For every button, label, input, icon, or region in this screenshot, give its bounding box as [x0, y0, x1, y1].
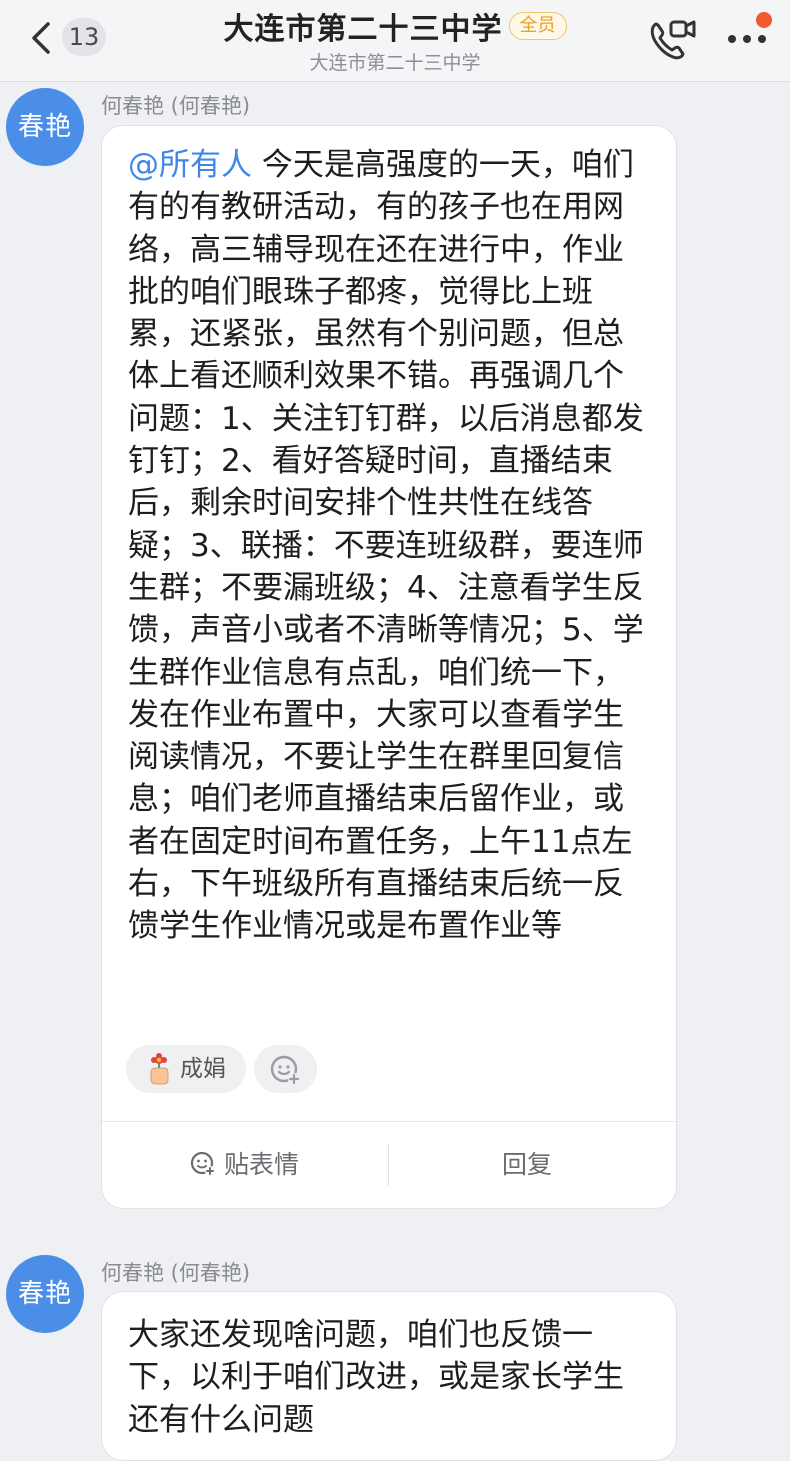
message-bubble[interactable]: 大家还发现啥问题，咱们也反馈一下，以利于咱们改进，或是家长学生还有什么问题	[101, 1291, 677, 1461]
reply-button[interactable]: 回复	[502, 1122, 552, 1208]
message-body: 今天是高强度的一天，咱们有的有教研活动，有的孩子也在用网络，高三辅导现在还在进行…	[128, 147, 644, 945]
notification-dot	[756, 12, 772, 28]
reaction-row: 成娟	[102, 1023, 676, 1121]
sticker-label: 贴表情	[224, 1150, 300, 1179]
sticker-button[interactable]: 贴表情	[190, 1122, 299, 1208]
sticker-icon	[190, 1151, 215, 1176]
video-call-icon	[650, 20, 696, 60]
message-actions: 贴表情 回复	[102, 1121, 676, 1207]
mention-all[interactable]: @所有人	[128, 147, 252, 183]
add-reaction-icon	[270, 1055, 300, 1085]
message-text: @所有人 今天是高强度的一天，咱们有的有教研活动，有的孩子也在用网络，高三辅导现…	[102, 126, 676, 1023]
reaction-user-name: 成娟	[180, 1056, 226, 1082]
action-divider	[388, 1144, 389, 1186]
sender-name: 何春艳 (何春艳)	[101, 1261, 251, 1285]
chat-title[interactable]: 大连市第二十三中学	[224, 4, 503, 48]
reaction-pill[interactable]: 成娟	[126, 1045, 246, 1093]
chat-header: 13 大连市第二十三中学 全员 大连市第二十三中学	[0, 0, 790, 82]
hand-flower-emoji-icon	[150, 1053, 169, 1085]
message-text: 大家还发现啥问题，咱们也反馈一下，以利于咱们改进，或是家长学生还有什么问题	[128, 1317, 624, 1438]
sender-name: 何春艳 (何春艳)	[101, 94, 251, 118]
member-badge: 全员	[508, 12, 567, 40]
video-call-button[interactable]	[646, 14, 698, 64]
message-bubble[interactable]: @所有人 今天是高强度的一天，咱们有的有教研活动，有的孩子也在用网络，高三辅导现…	[101, 125, 677, 1209]
sender-avatar[interactable]: 春艳	[6, 88, 84, 166]
add-reaction-button[interactable]	[254, 1045, 317, 1093]
sender-avatar[interactable]: 春艳	[6, 1255, 84, 1333]
